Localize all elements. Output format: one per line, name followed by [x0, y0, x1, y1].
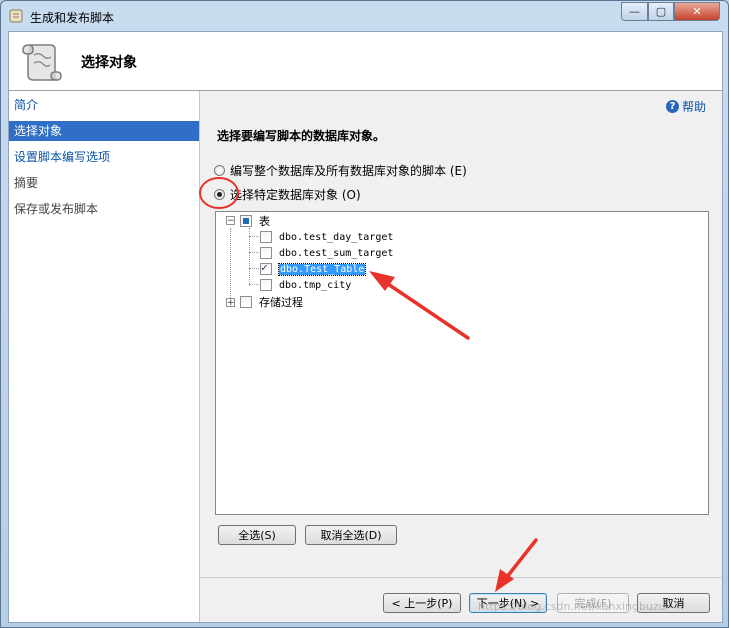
tree-node-table[interactable]: dbo.test_day_target: [260, 229, 393, 245]
radio-circle[interactable]: [214, 188, 225, 200]
radio-specific-objects[interactable]: 选择特定数据库对象 (O): [214, 185, 361, 203]
previous-button[interactable]: < 上一步(P): [383, 593, 461, 613]
table-checkbox[interactable]: [260, 279, 272, 291]
wizard-header: 选择对象: [9, 32, 722, 91]
section-title: 选择要编写脚本的数据库对象。: [217, 129, 386, 143]
object-tree[interactable]: − 表 dbo.test_day_target dbo.test_sum_tar…: [215, 211, 709, 515]
nav-item-save-publish: 保存或发布脚本: [14, 202, 99, 216]
radio-circle[interactable]: [214, 164, 225, 176]
dialog-window: 生成和发布脚本 — ▢ ✕ 选择对象 简介 选择对象 设置脚本编写选项 摘要 保…: [0, 0, 729, 628]
minimize-button[interactable]: —: [621, 2, 648, 21]
footer-divider: [200, 577, 722, 578]
help-icon: ?: [666, 100, 679, 113]
nav-item-choose-objects[interactable]: 选择对象: [9, 121, 199, 141]
page-title: 选择对象: [81, 55, 137, 71]
tree-node-tables[interactable]: 表: [240, 213, 270, 229]
nav-item-intro[interactable]: 简介: [9, 95, 199, 115]
tree-node-table[interactable]: dbo.test_sum_target: [260, 245, 393, 261]
tree-line: [249, 252, 259, 253]
watermark-text: https://blog.csdn.net/lianxingbuzu: [478, 600, 666, 613]
tree-line: [249, 284, 259, 285]
tree-node-label: dbo.test_day_target: [279, 231, 394, 243]
maximize-button[interactable]: ▢: [648, 2, 674, 21]
table-checkbox-checked[interactable]: [260, 261, 272, 275]
tree-node-label: dbo.Test_Table: [277, 262, 367, 276]
app-icon: [9, 9, 23, 23]
tree-node-stored-procedures[interactable]: 存储过程: [240, 294, 303, 310]
window-title: 生成和发布脚本: [30, 11, 115, 25]
radio-label: 选择特定数据库对象 (O): [230, 187, 361, 202]
tree-line: [249, 236, 259, 237]
help-link[interactable]: ? 帮助: [666, 98, 706, 115]
collapse-expander[interactable]: −: [226, 216, 235, 226]
tree-node-table-selected[interactable]: dbo.Test_Table: [260, 261, 367, 277]
nav-item-scripting-options[interactable]: 设置脚本编写选项: [9, 147, 199, 167]
tree-node-label: 存储过程: [259, 296, 303, 309]
select-all-button[interactable]: 全选(S): [218, 525, 296, 545]
expand-expander[interactable]: +: [226, 298, 235, 308]
tree-node-label: 表: [259, 215, 270, 228]
table-checkbox[interactable]: [260, 231, 272, 243]
procedures-checkbox[interactable]: [240, 296, 252, 308]
script-scroll-icon: [22, 44, 62, 81]
deselect-all-button[interactable]: 取消全选(D): [305, 525, 397, 545]
dialog-client: 选择对象 简介 选择对象 设置脚本编写选项 摘要 保存或发布脚本 ? 帮助 选择…: [8, 31, 723, 623]
tree-line: [249, 268, 259, 269]
table-checkbox[interactable]: [260, 247, 272, 259]
tables-checkbox[interactable]: [240, 215, 252, 227]
tree-node-label: dbo.tmp_city: [279, 279, 352, 291]
nav-item-summary: 摘要: [14, 176, 39, 190]
title-bar[interactable]: 生成和发布脚本 — ▢ ✕: [1, 1, 728, 31]
close-button[interactable]: ✕: [674, 2, 720, 21]
tree-line: [230, 228, 231, 302]
help-label: 帮助: [682, 100, 707, 114]
wizard-nav: 简介 选择对象 设置脚本编写选项 摘要 保存或发布脚本: [9, 91, 200, 622]
radio-entire-database[interactable]: 编写整个数据库及所有数据库对象的脚本 (E): [214, 161, 467, 179]
tree-node-label: dbo.test_sum_target: [279, 247, 394, 259]
radio-label: 编写整个数据库及所有数据库对象的脚本 (E): [230, 163, 467, 178]
tree-node-table[interactable]: dbo.tmp_city: [260, 277, 351, 293]
